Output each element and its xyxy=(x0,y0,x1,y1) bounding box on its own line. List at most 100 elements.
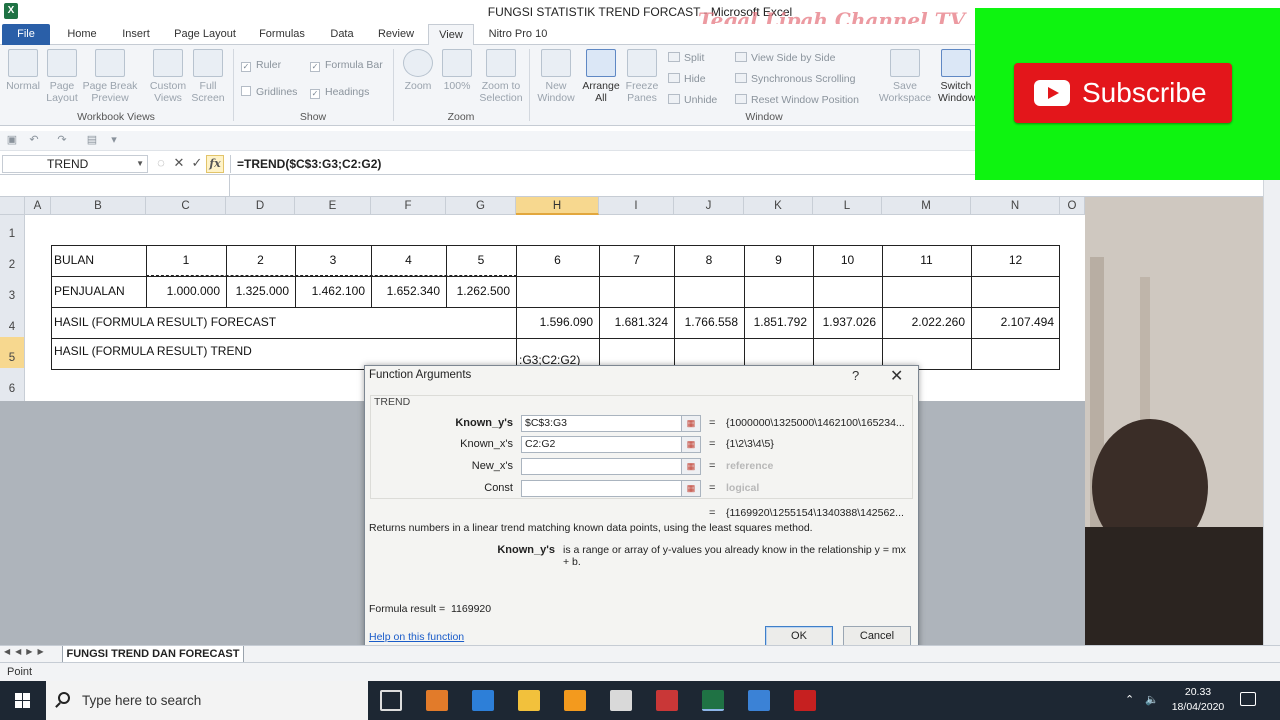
row-header-4[interactable]: 4 xyxy=(0,306,25,337)
custom-views-button[interactable]: Custom Views xyxy=(146,49,190,104)
full-screen-button[interactable]: Full Screen xyxy=(190,49,226,104)
normal-view-button[interactable]: Normal xyxy=(4,49,42,92)
column-header-m[interactable]: M xyxy=(882,197,971,215)
cell-k4[interactable]: 1.851.792 xyxy=(744,307,813,337)
task-view-icon[interactable] xyxy=(380,690,402,711)
cell-e3[interactable]: 1.462.100 xyxy=(295,276,371,306)
synchronous-scrolling-button[interactable]: Synchronous Scrolling xyxy=(735,73,855,85)
page-break-preview-button[interactable]: Page Break Preview xyxy=(82,49,138,104)
const-input[interactable] xyxy=(521,480,701,497)
cell-n4[interactable]: 2.107.494 xyxy=(971,307,1060,337)
freeze-panes-button[interactable]: Freeze Panes xyxy=(622,49,662,104)
excel-taskbar-icon[interactable] xyxy=(702,690,724,711)
unhide-button[interactable]: Unhide xyxy=(668,94,717,106)
cell-g3[interactable]: 1.262.500 xyxy=(446,276,516,306)
hide-button[interactable]: Hide xyxy=(668,73,706,85)
tab-review[interactable]: Review xyxy=(372,24,420,45)
start-button[interactable] xyxy=(0,681,46,720)
formula-input[interactable]: =TREND($C$3:G3;C2:G2) xyxy=(230,155,975,173)
cell-m4[interactable]: 2.022.260 xyxy=(882,307,971,337)
tab-view[interactable]: View xyxy=(428,24,474,46)
column-header-h[interactable]: H xyxy=(516,197,599,215)
column-header-j[interactable]: J xyxy=(674,197,744,215)
arrange-all-button[interactable]: Arrange All xyxy=(580,49,622,104)
column-header-b[interactable]: B xyxy=(51,197,146,215)
range-picker-icon[interactable]: ▦ xyxy=(681,415,701,432)
help-icon[interactable]: ? xyxy=(852,368,859,383)
zoom-button[interactable]: Zoom xyxy=(400,49,436,92)
cell-k2[interactable]: 9 xyxy=(744,245,813,275)
column-header-k[interactable]: K xyxy=(744,197,813,215)
cell-g2[interactable]: 5 xyxy=(446,245,516,275)
customize-toolbar-icon[interactable]: ▾ xyxy=(108,134,120,146)
new-window-button[interactable]: New Window xyxy=(534,49,578,104)
row-header-5[interactable]: 5 xyxy=(0,337,25,368)
cell-b2[interactable]: BULAN xyxy=(52,245,146,275)
headings-checkbox[interactable]: ✓ Headings xyxy=(310,86,369,99)
cell-h4[interactable]: 1.596.090 xyxy=(516,307,599,337)
known-ys-input[interactable]: $C$3:G3 xyxy=(521,415,701,432)
reset-window-position-button[interactable]: Reset Window Position xyxy=(735,94,859,106)
column-header-i[interactable]: I xyxy=(599,197,674,215)
column-header-a[interactable]: A xyxy=(25,197,51,215)
cell-i4[interactable]: 1.681.324 xyxy=(599,307,674,337)
cell-h2[interactable]: 6 xyxy=(516,245,599,275)
page-layout-view-button[interactable]: Page Layout xyxy=(44,49,80,104)
cell-l2[interactable]: 10 xyxy=(813,245,882,275)
cell-c3[interactable]: 1.000.000 xyxy=(146,276,226,306)
tab-file[interactable]: File xyxy=(2,24,50,45)
formula-expand-icon[interactable]: ◌ xyxy=(152,155,170,170)
cell-b3[interactable]: PENJUALAN xyxy=(52,276,146,306)
row-header-6[interactable]: 6 xyxy=(0,368,25,401)
column-header-n[interactable]: N xyxy=(971,197,1060,215)
redo-icon[interactable]: ↷ xyxy=(56,134,68,146)
mail-icon[interactable] xyxy=(472,690,494,711)
cell-c2[interactable]: 1 xyxy=(146,245,226,275)
ruler-checkbox[interactable]: ✓ Ruler xyxy=(241,59,281,72)
pdf-icon[interactable] xyxy=(794,690,816,711)
cell-m2[interactable]: 11 xyxy=(882,245,971,275)
taskbar-search[interactable]: Type here to search xyxy=(46,681,368,720)
row-header-2[interactable]: 2 xyxy=(0,244,25,275)
sheet-tab[interactable]: FUNGSI TREND DAN FORECAST xyxy=(62,646,244,663)
gridlines-checkbox[interactable]: Gridlines xyxy=(241,86,297,98)
cell-j4[interactable]: 1.766.558 xyxy=(674,307,744,337)
cell-e2[interactable]: 3 xyxy=(295,245,371,275)
tool-icon[interactable] xyxy=(610,690,632,711)
split-button[interactable]: Split xyxy=(668,52,704,64)
cell-n2[interactable]: 12 xyxy=(971,245,1060,275)
column-header-c[interactable]: C xyxy=(146,197,226,215)
tab-insert[interactable]: Insert xyxy=(114,24,158,45)
chevron-up-icon[interactable]: ⌃ xyxy=(1125,693,1134,706)
subscribe-button[interactable]: Subscribe xyxy=(1014,63,1232,123)
save-icon[interactable]: ▣ xyxy=(6,134,18,146)
select-all-corner[interactable] xyxy=(0,197,25,215)
name-box[interactable]: TREND ▼ xyxy=(2,155,148,173)
range-picker-icon[interactable]: ▦ xyxy=(681,480,701,497)
save-workspace-button[interactable]: Save Workspace xyxy=(876,49,934,104)
tab-data[interactable]: Data xyxy=(322,24,362,45)
row-header-1[interactable]: 1 xyxy=(0,215,25,244)
known-xs-input[interactable]: C2:G2 xyxy=(521,436,701,453)
column-header-o[interactable]: O xyxy=(1060,197,1085,215)
insert-function-icon[interactable]: fx xyxy=(206,155,224,173)
switch-windows-button[interactable]: Switch Windows xyxy=(938,49,981,104)
column-header-f[interactable]: F xyxy=(371,197,446,215)
column-header-l[interactable]: L xyxy=(813,197,882,215)
undo-icon[interactable]: ↶ xyxy=(28,134,40,146)
formula-bar-checkbox[interactable]: ✓ Formula Bar xyxy=(310,59,383,72)
help-on-function-link[interactable]: Help on this function xyxy=(369,631,464,643)
store-icon[interactable] xyxy=(748,690,770,711)
column-header-d[interactable]: D xyxy=(226,197,295,215)
media-player-icon[interactable] xyxy=(426,690,448,711)
range-picker-icon[interactable]: ▦ xyxy=(681,436,701,453)
vertical-scrollbar[interactable] xyxy=(1263,180,1280,650)
enter-icon[interactable]: ✓ xyxy=(188,155,206,171)
cell-d2[interactable]: 2 xyxy=(226,245,295,275)
column-header-g[interactable]: G xyxy=(446,197,516,215)
tab-formulas[interactable]: Formulas xyxy=(252,24,312,45)
cancel-button[interactable]: Cancel xyxy=(843,626,911,647)
cell-f3[interactable]: 1.652.340 xyxy=(371,276,446,306)
close-icon[interactable]: ✕ xyxy=(890,366,903,386)
range-picker-icon[interactable]: ▦ xyxy=(681,458,701,475)
